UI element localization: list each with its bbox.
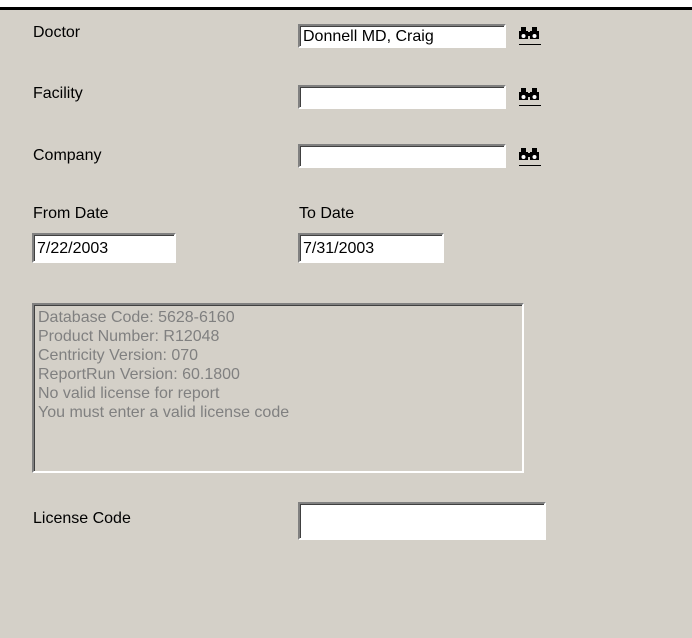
info-line: You must enter a valid license code — [38, 404, 290, 421]
company-field[interactable] — [298, 144, 506, 168]
doctor-label: Doctor — [33, 24, 81, 41]
to-date-label: To Date — [299, 205, 355, 222]
info-line: ReportRun Version: 60.1800 — [38, 366, 240, 383]
license-info-box: Database Code: 5628-6160 Product Number:… — [32, 303, 524, 473]
report-parameters-panel: Doctor Donnell MD, Craig Facility Compan… — [0, 10, 692, 638]
company-label: Company — [33, 147, 102, 164]
doctor-field[interactable]: Donnell MD, Craig — [298, 24, 506, 48]
to-date-field[interactable]: 7/31/2003 — [298, 233, 444, 263]
info-line: Centricity Version: 070 — [38, 347, 199, 364]
info-line: Product Number: R12048 — [38, 328, 220, 345]
from-date-field[interactable]: 7/22/2003 — [32, 233, 176, 263]
info-line: Database Code: 5628-6160 — [38, 309, 235, 326]
facility-lookup-button[interactable] — [517, 86, 543, 108]
company-lookup-button[interactable] — [517, 146, 543, 168]
from-date-label: From Date — [33, 205, 109, 222]
binoculars-icon — [519, 27, 541, 45]
license-code-field[interactable] — [298, 502, 546, 540]
facility-label: Facility — [33, 85, 83, 102]
license-code-label: License Code — [33, 510, 131, 527]
doctor-lookup-button[interactable] — [517, 25, 543, 47]
window-title-strip — [0, 0, 692, 10]
binoculars-icon — [519, 148, 541, 166]
info-line: No valid license for report — [38, 385, 220, 402]
facility-field[interactable] — [298, 85, 506, 109]
binoculars-icon — [519, 88, 541, 106]
